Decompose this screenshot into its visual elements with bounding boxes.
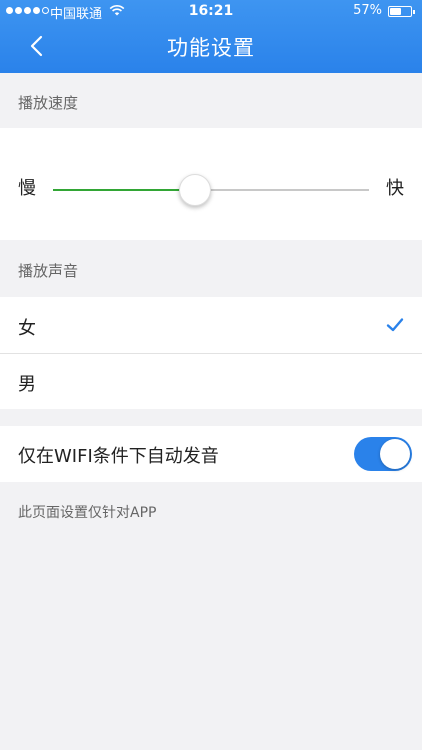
voice-section-label: 播放声音	[18, 262, 79, 280]
wifi-only-toggle[interactable]	[354, 437, 412, 471]
speed-fast-label: 快	[386, 178, 404, 199]
status-bar: 中国联通 16:21 57%	[0, 0, 422, 22]
speed-slow-label: 慢	[18, 178, 36, 199]
speed-section-label: 播放速度	[18, 94, 79, 112]
speed-slider-fill	[53, 189, 196, 191]
page-title: 功能设置	[167, 36, 255, 60]
app-header: 中国联通 16:21 57% 功能设置	[0, 0, 422, 73]
voice-panel: 女 男	[0, 297, 422, 409]
voice-option-label: 女	[18, 318, 36, 339]
wifi-only-label: 仅在WIFI条件下自动发音	[18, 446, 219, 467]
checkmark-icon	[386, 318, 404, 332]
voice-option-male[interactable]: 男	[0, 353, 422, 409]
toggle-knob	[380, 439, 410, 469]
speed-panel: 慢 快	[0, 128, 422, 240]
battery-icon	[388, 6, 415, 17]
battery-percentage: 57%	[353, 3, 382, 18]
footnote: 此页面设置仅针对APP	[18, 505, 157, 521]
wifi-only-row: 仅在WIFI条件下自动发音	[0, 426, 422, 482]
voice-option-female[interactable]: 女	[0, 297, 422, 353]
voice-option-label: 男	[18, 374, 36, 395]
speed-slider-thumb[interactable]	[179, 174, 212, 206]
